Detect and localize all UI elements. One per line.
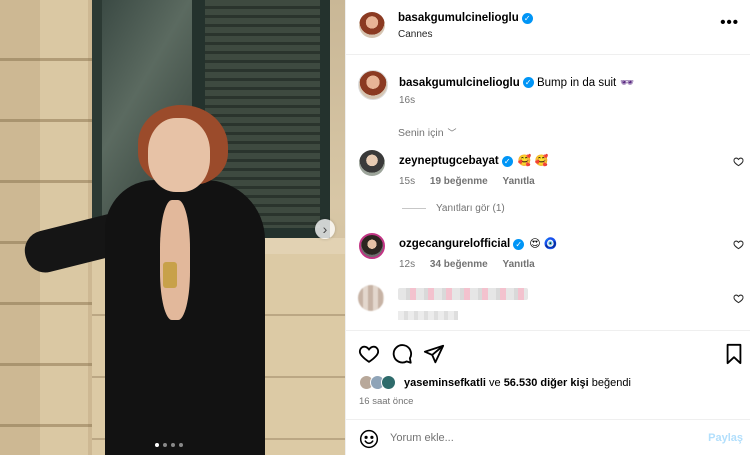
post-photo[interactable]: › bbox=[0, 0, 345, 455]
caption-username[interactable]: basakgumulcinelioglu bbox=[399, 77, 520, 89]
likes-suffix: beğendi bbox=[591, 377, 631, 389]
comment-likes[interactable]: 19 beğenme bbox=[430, 176, 488, 187]
person-face bbox=[148, 118, 210, 192]
caption-text: basakgumulcinelioglu ✓ Bump in da suit 🕶 bbox=[399, 76, 634, 89]
comment-input-bar: Paylaş bbox=[346, 419, 750, 455]
carousel-indicator bbox=[155, 443, 183, 447]
comment-body: zeyneptugcebayat ✓ 🥰 🥰 bbox=[399, 154, 548, 167]
verified-badge-icon: ✓ bbox=[521, 12, 533, 24]
comment-username[interactable]: ozgecangurelofficial bbox=[399, 238, 510, 250]
carousel-next-button[interactable]: › bbox=[315, 219, 335, 239]
caption-body: Bump in da suit bbox=[536, 77, 617, 89]
likes-count-link[interactable]: 56.530 diğer kişi bbox=[504, 377, 589, 389]
carousel-dot bbox=[163, 443, 167, 447]
heart-icon[interactable] bbox=[733, 293, 744, 307]
sunglasses-emoji: 🕶 bbox=[620, 77, 635, 89]
comment-emojis: 😍 🧿 bbox=[529, 238, 558, 250]
comments-filter-dropdown[interactable]: Senin için ﹀ bbox=[398, 126, 457, 139]
view-replies-button[interactable]: Yanıtları gör (1) bbox=[402, 203, 505, 214]
likers-avatars[interactable] bbox=[359, 375, 399, 391]
avatar[interactable] bbox=[358, 70, 388, 100]
share-send-icon[interactable] bbox=[423, 343, 445, 365]
verified-badge-icon: ✓ bbox=[501, 155, 513, 167]
avatar[interactable] bbox=[359, 12, 385, 38]
comment-emojis: 🥰 🥰 bbox=[517, 155, 549, 167]
comment-input[interactable] bbox=[390, 428, 690, 448]
heart-icon[interactable] bbox=[733, 156, 744, 170]
comments-filter-label: Senin için bbox=[398, 127, 444, 139]
comment-username[interactable]: zeyneptugcebayat bbox=[399, 155, 499, 167]
belt-buckle bbox=[163, 262, 177, 288]
verified-badge-icon: ✓ bbox=[513, 238, 525, 250]
comment-timestamp[interactable]: 15s bbox=[399, 176, 415, 187]
emoji-picker-icon[interactable] bbox=[359, 429, 379, 449]
comment-meta-blurred bbox=[398, 311, 458, 320]
comment-text-blurred bbox=[398, 288, 528, 300]
comment-meta: 15s 19 beğenme Yanıtla bbox=[399, 176, 547, 187]
more-options-icon[interactable]: ••• bbox=[720, 14, 739, 31]
chevron-down-icon: ﹀ bbox=[447, 128, 457, 138]
verified-badge-icon: ✓ bbox=[522, 77, 534, 89]
comment-likes[interactable]: 34 beğenme bbox=[430, 259, 488, 270]
location-link[interactable]: Cannes bbox=[398, 29, 432, 40]
post-timestamp[interactable]: 16 saat önce bbox=[359, 396, 413, 407]
first-liker-username[interactable]: yaseminsefkatli bbox=[404, 377, 486, 389]
avatar-blurred bbox=[358, 285, 384, 311]
view-replies-label: Yanıtları gör (1) bbox=[436, 203, 505, 214]
comment-meta: 12s 34 beğenme Yanıtla bbox=[399, 259, 547, 270]
carousel-dot bbox=[171, 443, 175, 447]
reply-button[interactable]: Yanıtla bbox=[503, 176, 535, 187]
reply-button[interactable]: Yanıtla bbox=[503, 259, 535, 270]
replies-divider bbox=[402, 208, 426, 209]
post-details-pane: basakgumulcinelioglu ✓ Cannes ••• basakgu… bbox=[345, 0, 750, 455]
save-bookmark-icon[interactable] bbox=[724, 343, 746, 365]
carousel-dot bbox=[155, 443, 159, 447]
chevron-right-icon: › bbox=[322, 221, 328, 237]
comment-body: ozgecangurelofficial ✓ 😍 🧿 bbox=[399, 237, 557, 250]
like-heart-icon[interactable] bbox=[358, 343, 380, 365]
likes-connector: ve bbox=[489, 377, 501, 389]
caption-timestamp[interactable]: 16s bbox=[399, 95, 415, 106]
person-neckline bbox=[160, 200, 190, 320]
comment-timestamp[interactable]: 12s bbox=[399, 259, 415, 270]
likes-summary: yaseminsefkatli ve 56.530 diğer kişi beğ… bbox=[404, 377, 631, 389]
heart-icon[interactable] bbox=[733, 239, 744, 253]
author-name[interactable]: basakgumulcinelioglu ✓ bbox=[398, 12, 533, 24]
post-actions: yaseminsefkatli ve 56.530 diğer kişi beğ… bbox=[346, 330, 750, 420]
avatar-story-ring[interactable] bbox=[359, 233, 385, 259]
post-comment-button[interactable]: Paylaş bbox=[708, 432, 743, 444]
comment-bubble-icon[interactable] bbox=[391, 343, 413, 365]
comment-item-blurred bbox=[346, 285, 750, 325]
carousel-dot bbox=[179, 443, 183, 447]
author-username[interactable]: basakgumulcinelioglu bbox=[398, 12, 519, 24]
post-header: basakgumulcinelioglu ✓ Cannes ••• bbox=[346, 0, 750, 55]
avatar[interactable] bbox=[359, 150, 385, 176]
window-frame bbox=[92, 0, 102, 240]
liker-avatar bbox=[381, 375, 396, 390]
